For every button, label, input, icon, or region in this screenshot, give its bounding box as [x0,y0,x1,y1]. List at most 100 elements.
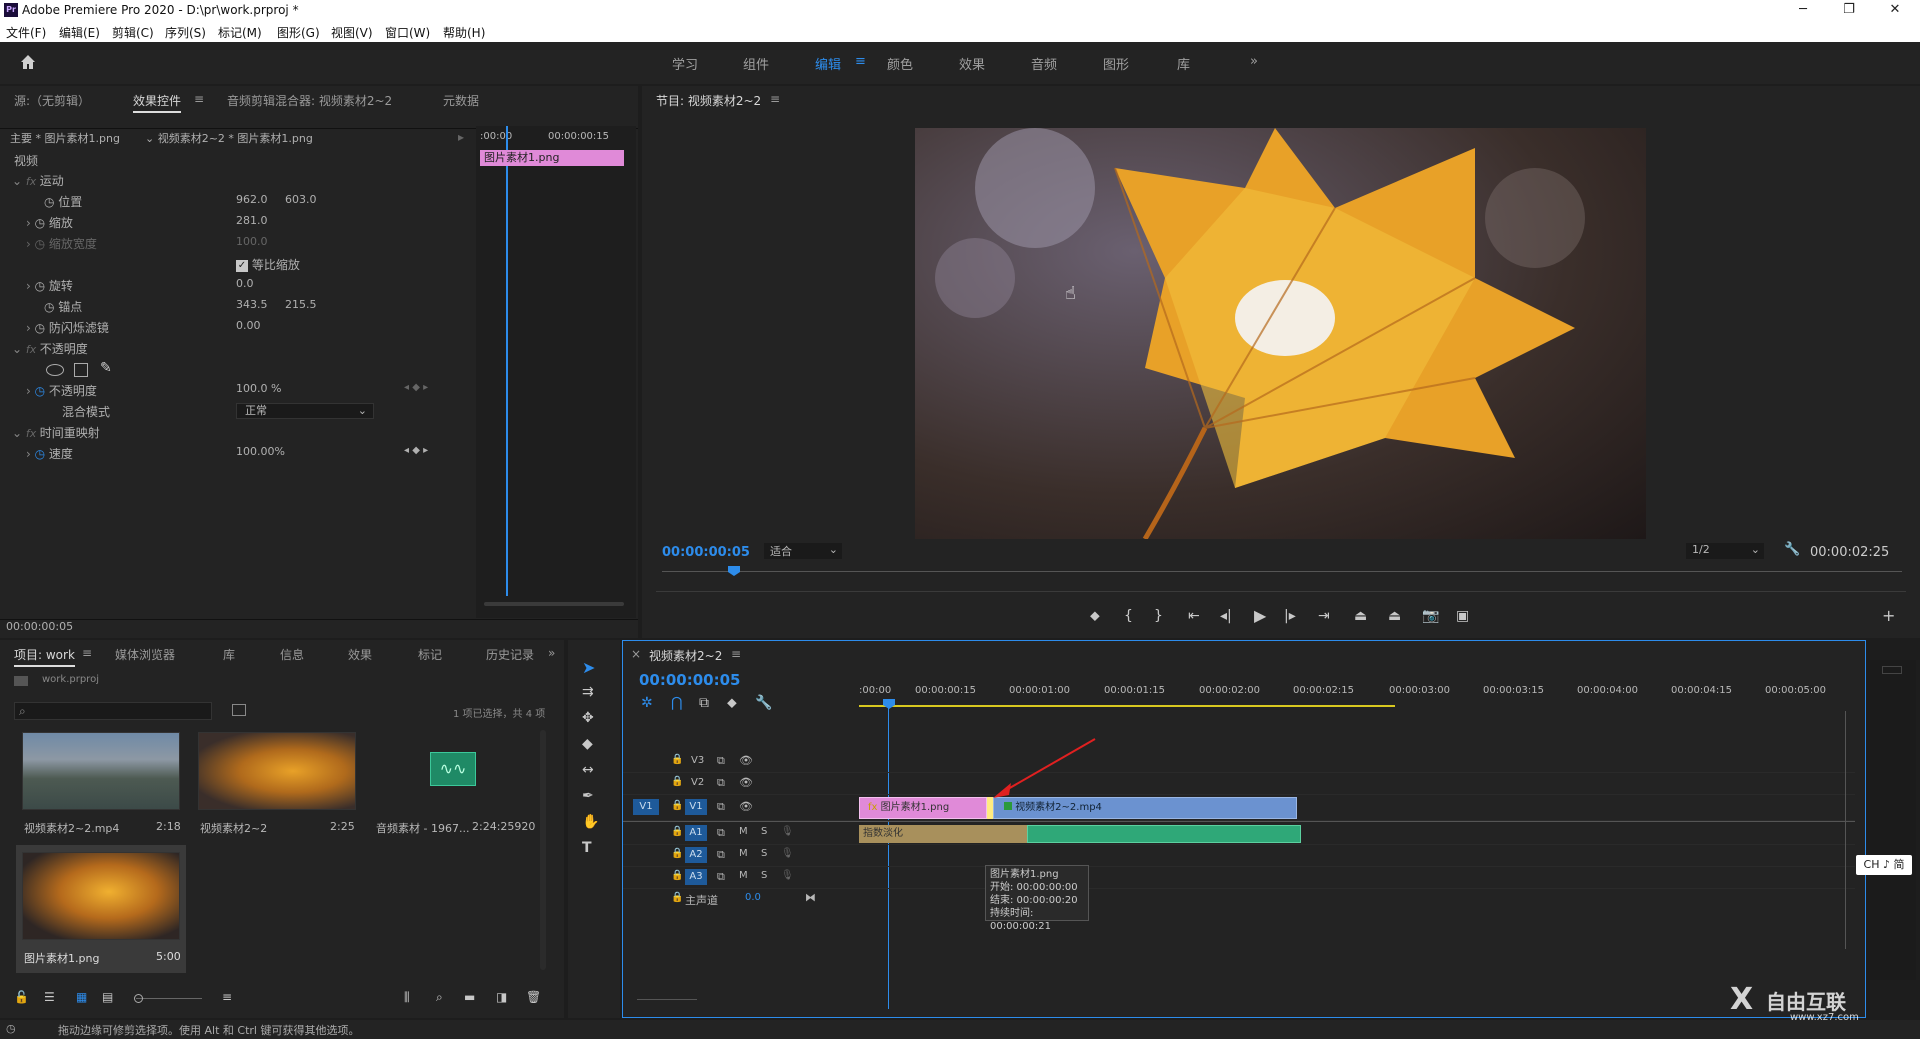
timeline-close-icon[interactable]: × [631,647,641,661]
timeline-playhead-handle[interactable] [883,699,895,709]
workspace-editing[interactable]: 编辑 [815,54,841,73]
trash-icon[interactable]: 🗑 [526,990,541,1004]
solo-button[interactable]: S [761,848,767,859]
tab-effect-controls[interactable]: 效果控件 [133,92,182,113]
program-zoom-scrollbar[interactable] [656,591,1906,592]
lock-icon[interactable]: 🔒 [671,776,683,787]
export-frame-icon[interactable]: 📷 [1422,608,1439,624]
mark-out-icon[interactable]: } [1154,608,1163,624]
menu-graphics[interactable]: 图形(G) [277,24,320,41]
keyframe-nav-icon[interactable]: ◂ ◆ ▸ [404,382,428,402]
project-item-thumbnail-audio[interactable]: ∿∿ [374,732,532,810]
menu-view[interactable]: 视图(V) [331,24,373,41]
track-label-v1[interactable]: V1 [685,799,707,815]
tab-libraries[interactable]: 库 [223,646,235,663]
insert-nest-icon[interactable]: ✲ [641,695,653,711]
lock-icon[interactable]: 🔒 [671,754,683,765]
zoom-slider-handle[interactable] [134,994,143,1003]
stopwatch-icon[interactable]: ◷ [35,384,49,398]
chevron-right-icon[interactable]: › [26,321,35,335]
rectangle-mask-icon[interactable] [74,363,88,377]
add-marker-icon[interactable]: ⬥ [1090,608,1100,624]
comparison-view-icon[interactable]: ▣ [1456,608,1469,624]
lock-icon[interactable]: 🔒 [671,892,683,903]
add-button-icon[interactable]: + [1882,606,1895,625]
opacity-value[interactable]: 100.0 % [236,382,281,402]
stopwatch-icon[interactable]: ◷ [35,216,49,230]
uniform-scale-checkbox[interactable]: ✓ [236,259,248,272]
tab-markers[interactable]: 标记 [418,646,442,663]
microphone-icon[interactable]: 🎙 [781,826,794,837]
stopwatch-icon[interactable]: ◷ [44,195,58,209]
tab-history[interactable]: 历史记录 [486,646,534,663]
anchor-x-value[interactable]: 343.5 [236,298,268,318]
timeline-ruler[interactable]: :00:00 00:00:00:15 00:00:01:00 00:00:01:… [859,669,1855,707]
track-label-a1[interactable]: A1 [685,825,707,841]
workspace-color[interactable]: 颜色 [887,54,913,73]
lock-icon[interactable]: 🔒 [671,848,683,859]
automate-sequence-icon[interactable]: ⫼ [404,990,410,1005]
blend-mode-select[interactable]: 正常 ⌄ [236,403,374,419]
timeline-sequence-tab[interactable]: 视频素材2~2 [649,647,722,664]
linked-selection-icon[interactable]: ⧉ [699,695,709,711]
ellipse-mask-icon[interactable] [46,364,64,376]
mini-playhead[interactable] [506,126,508,596]
sync-lock-icon[interactable]: ⧉ [717,870,725,884]
master-volume-value[interactable]: 0.0 [745,892,761,903]
mute-button[interactable]: M [739,848,748,859]
eye-icon[interactable]: 👁 [739,754,753,767]
project-scrollbar[interactable] [540,730,546,970]
sync-lock-icon[interactable]: ⧉ [717,848,725,862]
lock-icon[interactable]: 🔒 [671,800,683,811]
position-y-value[interactable]: 603.0 [285,193,317,213]
sort-icon[interactable]: ≡ [222,990,232,1004]
icon-view-icon[interactable]: ▦ [76,990,87,1004]
program-time-ruler[interactable] [662,571,1902,572]
sync-lock-icon[interactable]: ⧉ [717,800,725,814]
new-bin-from-search-icon[interactable] [232,704,246,716]
lock-icon[interactable]: 🔓 [14,990,29,1004]
step-forward-icon[interactable]: |▸ [1284,608,1296,624]
time-remap-row[interactable]: ⌄ fx 时间重映射 [12,424,100,444]
chevron-right-icon[interactable]: › [26,279,35,293]
hand-tool-icon[interactable]: ✋ [582,814,599,830]
home-icon[interactable] [18,52,38,72]
effect-tab-menu-icon[interactable]: ≡ [194,92,204,106]
scale-value[interactable]: 281.0 [236,214,268,234]
workspace-libraries[interactable]: 库 [1177,54,1190,73]
step-back-icon[interactable]: ◂| [1220,608,1232,624]
rotation-value[interactable]: 0.0 [236,277,254,297]
track-label-v2[interactable]: V2 [691,777,704,788]
project-item-name[interactable]: 图片素材1.png [24,950,99,966]
program-video-frame[interactable]: ☝ [915,128,1646,539]
menu-marker[interactable]: 标记(M) [218,24,262,41]
list-view-icon[interactable]: ☰ [44,990,55,1004]
type-tool-icon[interactable]: T [582,840,592,856]
play-clip-icon[interactable]: ▸ [458,130,464,150]
motion-effect-row[interactable]: ⌄ fx 运动 [12,172,64,192]
go-to-out-icon[interactable]: ⇥ [1318,608,1330,624]
speed-value[interactable]: 100.00% [236,445,285,465]
lift-icon[interactable]: ⏏ [1354,608,1367,624]
mark-in-icon[interactable]: { [1124,608,1133,624]
go-to-end-icon[interactable]: ⧓ [805,891,816,904]
timeline-menu-icon[interactable]: ≡ [731,647,741,661]
track-select-tool-icon[interactable]: ⇉ [582,684,594,700]
close-button[interactable]: ✕ [1872,0,1918,21]
track-label-a2[interactable]: A2 [685,847,707,863]
program-playhead[interactable] [728,566,740,576]
project-more-tabs[interactable]: » [548,646,555,660]
menu-edit[interactable]: 编辑(E) [59,24,100,41]
anchor-y-value[interactable]: 215.5 [285,298,317,318]
workspace-learn[interactable]: 学习 [672,54,698,73]
workspace-graphics[interactable]: 图形 [1103,54,1129,73]
project-search-input[interactable]: ⌕ [14,702,212,720]
track-label-v3[interactable]: V3 [691,755,704,766]
menu-sequence[interactable]: 序列(S) [165,24,206,41]
program-menu-icon[interactable]: ≡ [770,92,780,106]
timeline-clip-audio[interactable] [1027,825,1301,843]
tab-media-browser[interactable]: 媒体浏览器 [115,646,175,663]
workspace-audio[interactable]: 音频 [1031,54,1057,73]
tab-metadata[interactable]: 元数据 [443,92,479,109]
pen-mask-icon[interactable]: ✎ [100,360,112,376]
